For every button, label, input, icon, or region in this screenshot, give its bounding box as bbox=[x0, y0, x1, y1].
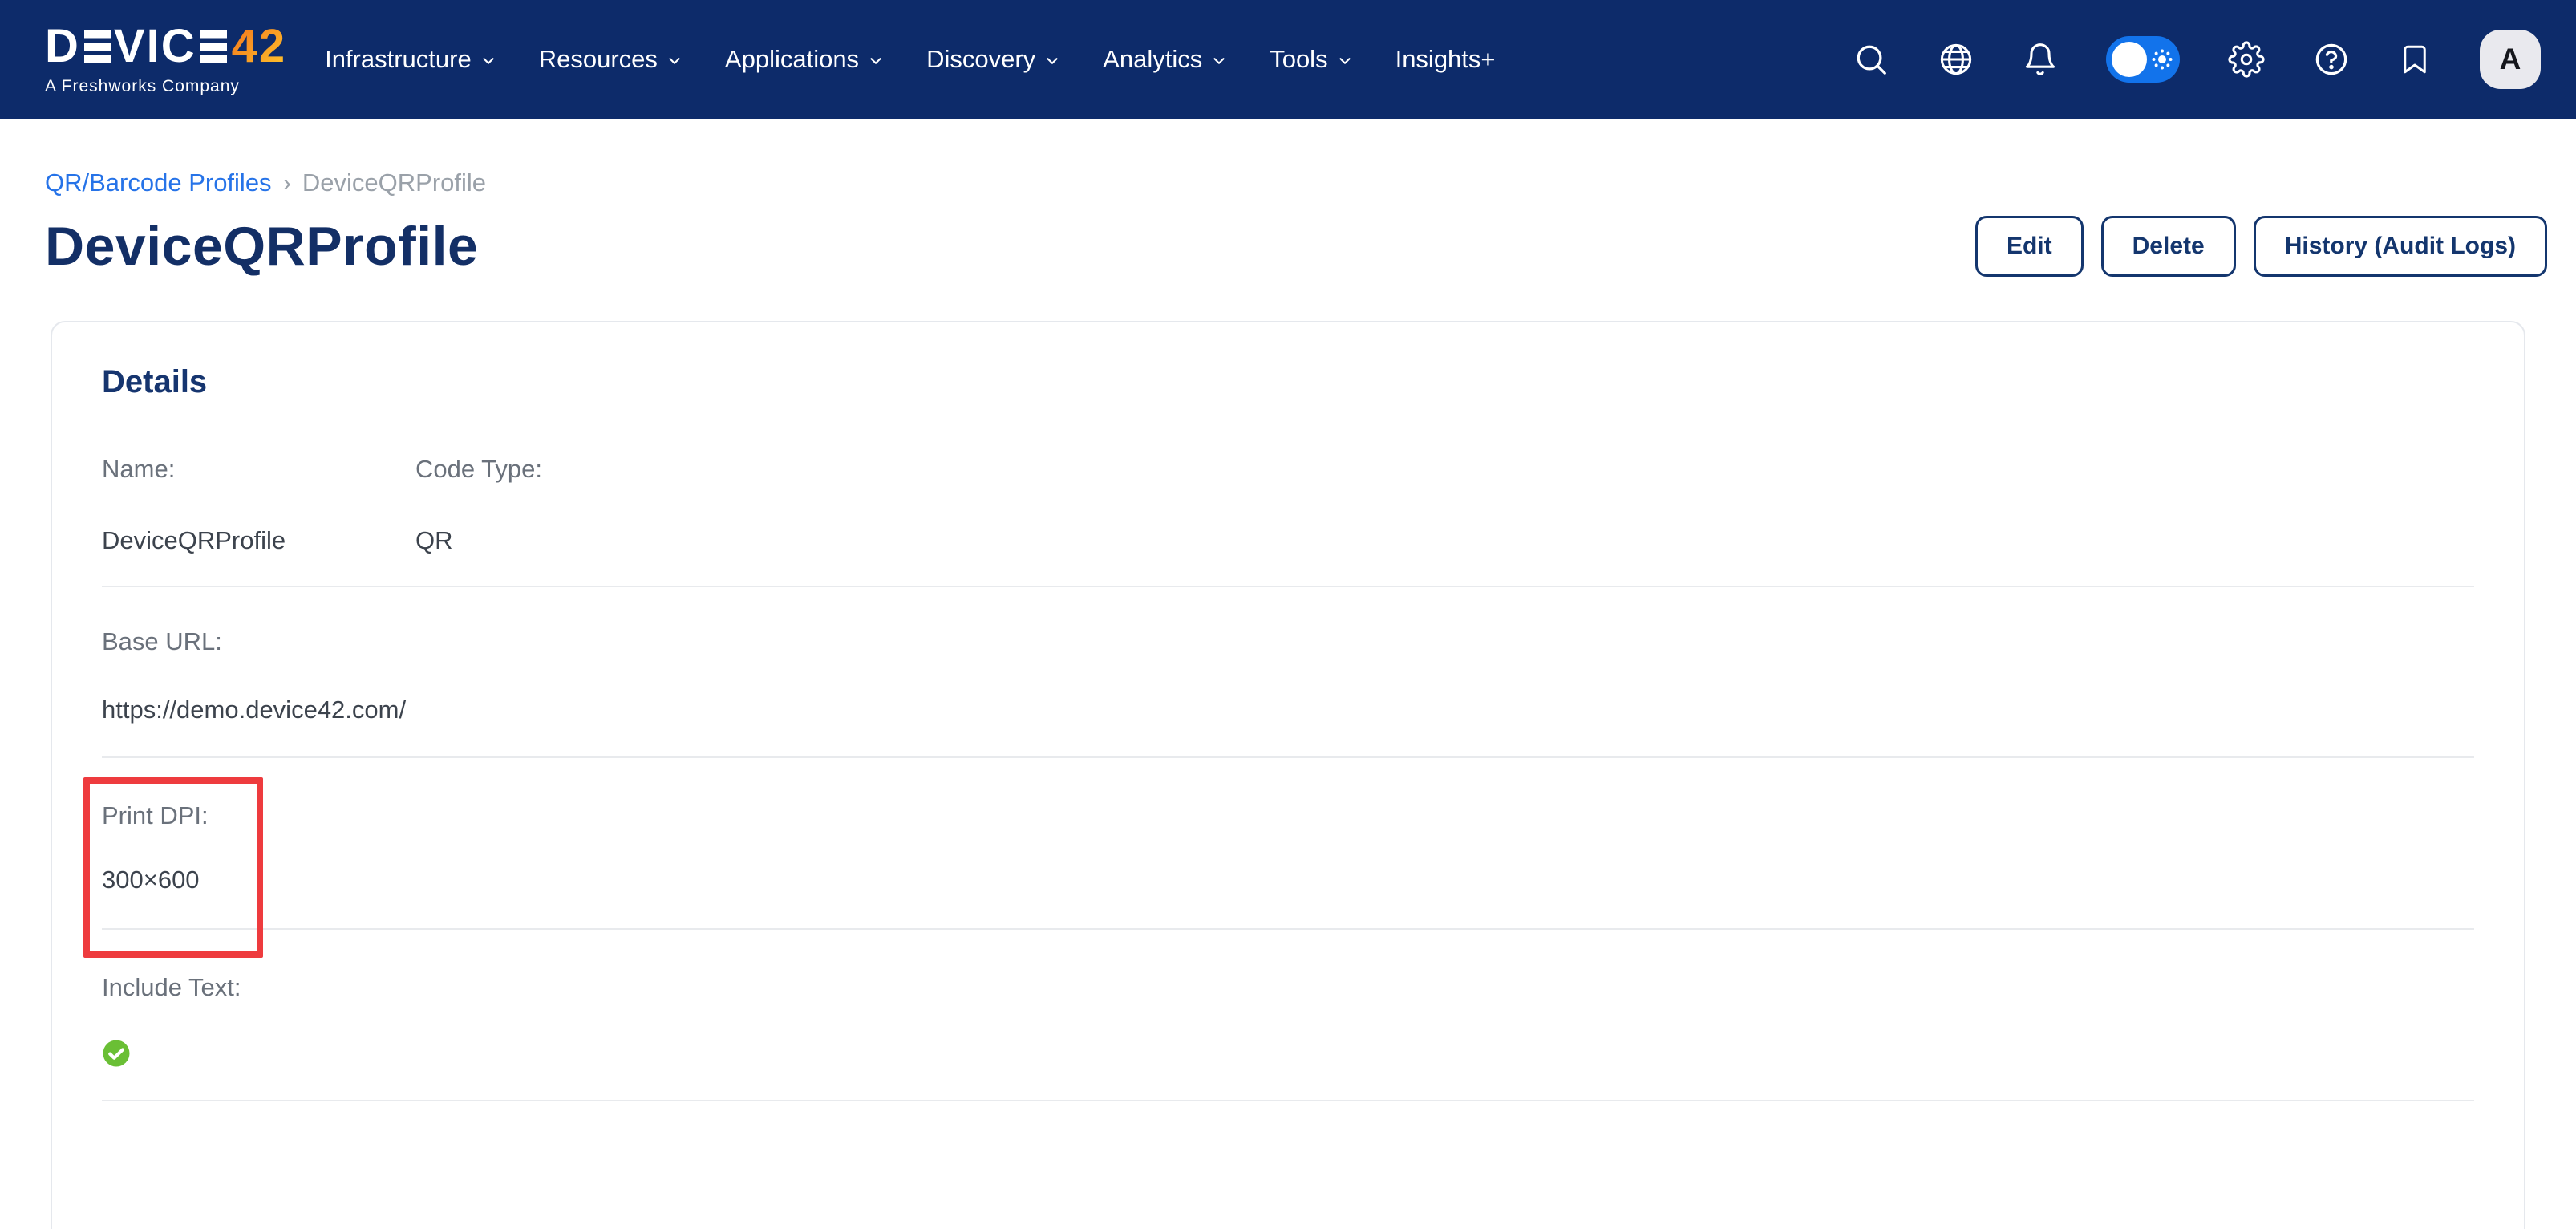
search-button[interactable] bbox=[1853, 41, 1889, 78]
page-actions: Edit Delete History (Audit Logs) bbox=[1975, 216, 2547, 277]
nav-item-tools[interactable]: Tools bbox=[1270, 45, 1353, 74]
delete-button[interactable]: Delete bbox=[2101, 216, 2236, 277]
theme-toggle[interactable] bbox=[2106, 36, 2180, 83]
base-url-label: Base URL: bbox=[102, 624, 2474, 659]
details-row-1: Name: DeviceQRProfile Code Type: QR bbox=[102, 452, 2474, 558]
top-nav-bar: D VIC 42 A Freshworks Company Infrastructu… bbox=[0, 0, 2576, 119]
avatar[interactable]: A bbox=[2480, 30, 2541, 89]
logo-42: 42 bbox=[232, 23, 287, 70]
chevron-down-icon bbox=[1336, 52, 1354, 70]
edit-button[interactable]: Edit bbox=[1975, 216, 2084, 277]
chevron-down-icon bbox=[1210, 52, 1228, 70]
breadcrumb-separator: › bbox=[283, 168, 291, 197]
print-dpi-label: Print DPI: bbox=[102, 795, 242, 838]
field-print-dpi: Print DPI: 300×600 bbox=[102, 795, 294, 898]
notifications-button[interactable] bbox=[2023, 42, 2058, 77]
bell-icon bbox=[2023, 42, 2058, 77]
globe-icon bbox=[1938, 41, 1975, 78]
main-nav: Infrastructure Resources Applications Di… bbox=[325, 45, 1495, 74]
nav-item-insights[interactable]: Insights+ bbox=[1395, 45, 1496, 74]
code-type-label: Code Type: bbox=[415, 452, 542, 486]
field-name: Name: DeviceQRProfile bbox=[102, 452, 415, 558]
chevron-down-icon bbox=[1043, 52, 1061, 70]
chevron-down-icon bbox=[867, 52, 885, 70]
device42-wordmark: D VIC 42 bbox=[45, 23, 286, 70]
nav-item-applications[interactable]: Applications bbox=[725, 45, 885, 74]
base-url-value: https://demo.device42.com/ bbox=[102, 692, 2474, 727]
bookmarks-button[interactable] bbox=[2398, 43, 2432, 76]
print-dpi-value: 300×600 bbox=[102, 862, 294, 897]
divider bbox=[102, 928, 2474, 930]
gear-icon bbox=[2228, 41, 2265, 78]
nav-item-discovery[interactable]: Discovery bbox=[926, 45, 1061, 74]
field-code-type: Code Type: QR bbox=[415, 452, 542, 558]
details-heading: Details bbox=[102, 364, 2474, 400]
divider bbox=[102, 756, 2474, 758]
nav-item-infrastructure[interactable]: Infrastructure bbox=[325, 45, 497, 74]
breadcrumb-link-qr-barcode-profiles[interactable]: QR/Barcode Profiles bbox=[45, 168, 272, 197]
breadcrumb-current: DeviceQRProfile bbox=[302, 168, 486, 197]
logo-e-glyph bbox=[84, 30, 111, 63]
device42-logo[interactable]: D VIC 42 A Freshworks Company bbox=[45, 23, 286, 96]
logo-letters: VIC bbox=[114, 23, 196, 70]
field-include-text: Include Text: bbox=[102, 967, 294, 1069]
search-icon bbox=[1853, 41, 1889, 78]
include-text-value bbox=[102, 1039, 294, 1068]
nav-item-analytics[interactable]: Analytics bbox=[1103, 45, 1228, 74]
language-button[interactable] bbox=[1938, 41, 1975, 78]
nav-item-resources[interactable]: Resources bbox=[539, 45, 683, 74]
history-audit-logs-button[interactable]: History (Audit Logs) bbox=[2254, 216, 2547, 277]
chevron-down-icon bbox=[666, 52, 683, 70]
field-base-url: Base URL: https://demo.device42.com/ bbox=[102, 624, 2474, 728]
check-circle-icon bbox=[102, 1039, 131, 1068]
name-value: DeviceQRProfile bbox=[102, 523, 415, 558]
help-icon bbox=[2313, 41, 2350, 78]
page-title: DeviceQRProfile bbox=[45, 215, 478, 278]
logo-letter: D bbox=[45, 23, 80, 70]
chevron-down-icon bbox=[480, 52, 497, 70]
code-type-value: QR bbox=[415, 523, 542, 558]
sun-icon bbox=[2150, 47, 2174, 71]
bookmark-icon bbox=[2398, 43, 2432, 76]
logo-tagline: A Freshworks Company bbox=[45, 77, 286, 96]
details-card: Details Name: DeviceQRProfile Code Type:… bbox=[51, 321, 2525, 1229]
settings-button[interactable] bbox=[2228, 41, 2265, 78]
toggle-knob bbox=[2112, 42, 2147, 77]
topbar-icon-group: A bbox=[1853, 30, 2541, 89]
page-header-row: DeviceQRProfile Edit Delete History (Aud… bbox=[0, 215, 2576, 278]
name-label: Name: bbox=[102, 452, 415, 486]
divider bbox=[102, 1100, 2474, 1101]
include-text-label: Include Text: bbox=[102, 967, 242, 1009]
help-button[interactable] bbox=[2313, 41, 2350, 78]
logo-e-glyph bbox=[200, 30, 227, 63]
breadcrumb: QR/Barcode Profiles › DeviceQRProfile bbox=[45, 168, 2576, 197]
divider bbox=[102, 586, 2474, 587]
